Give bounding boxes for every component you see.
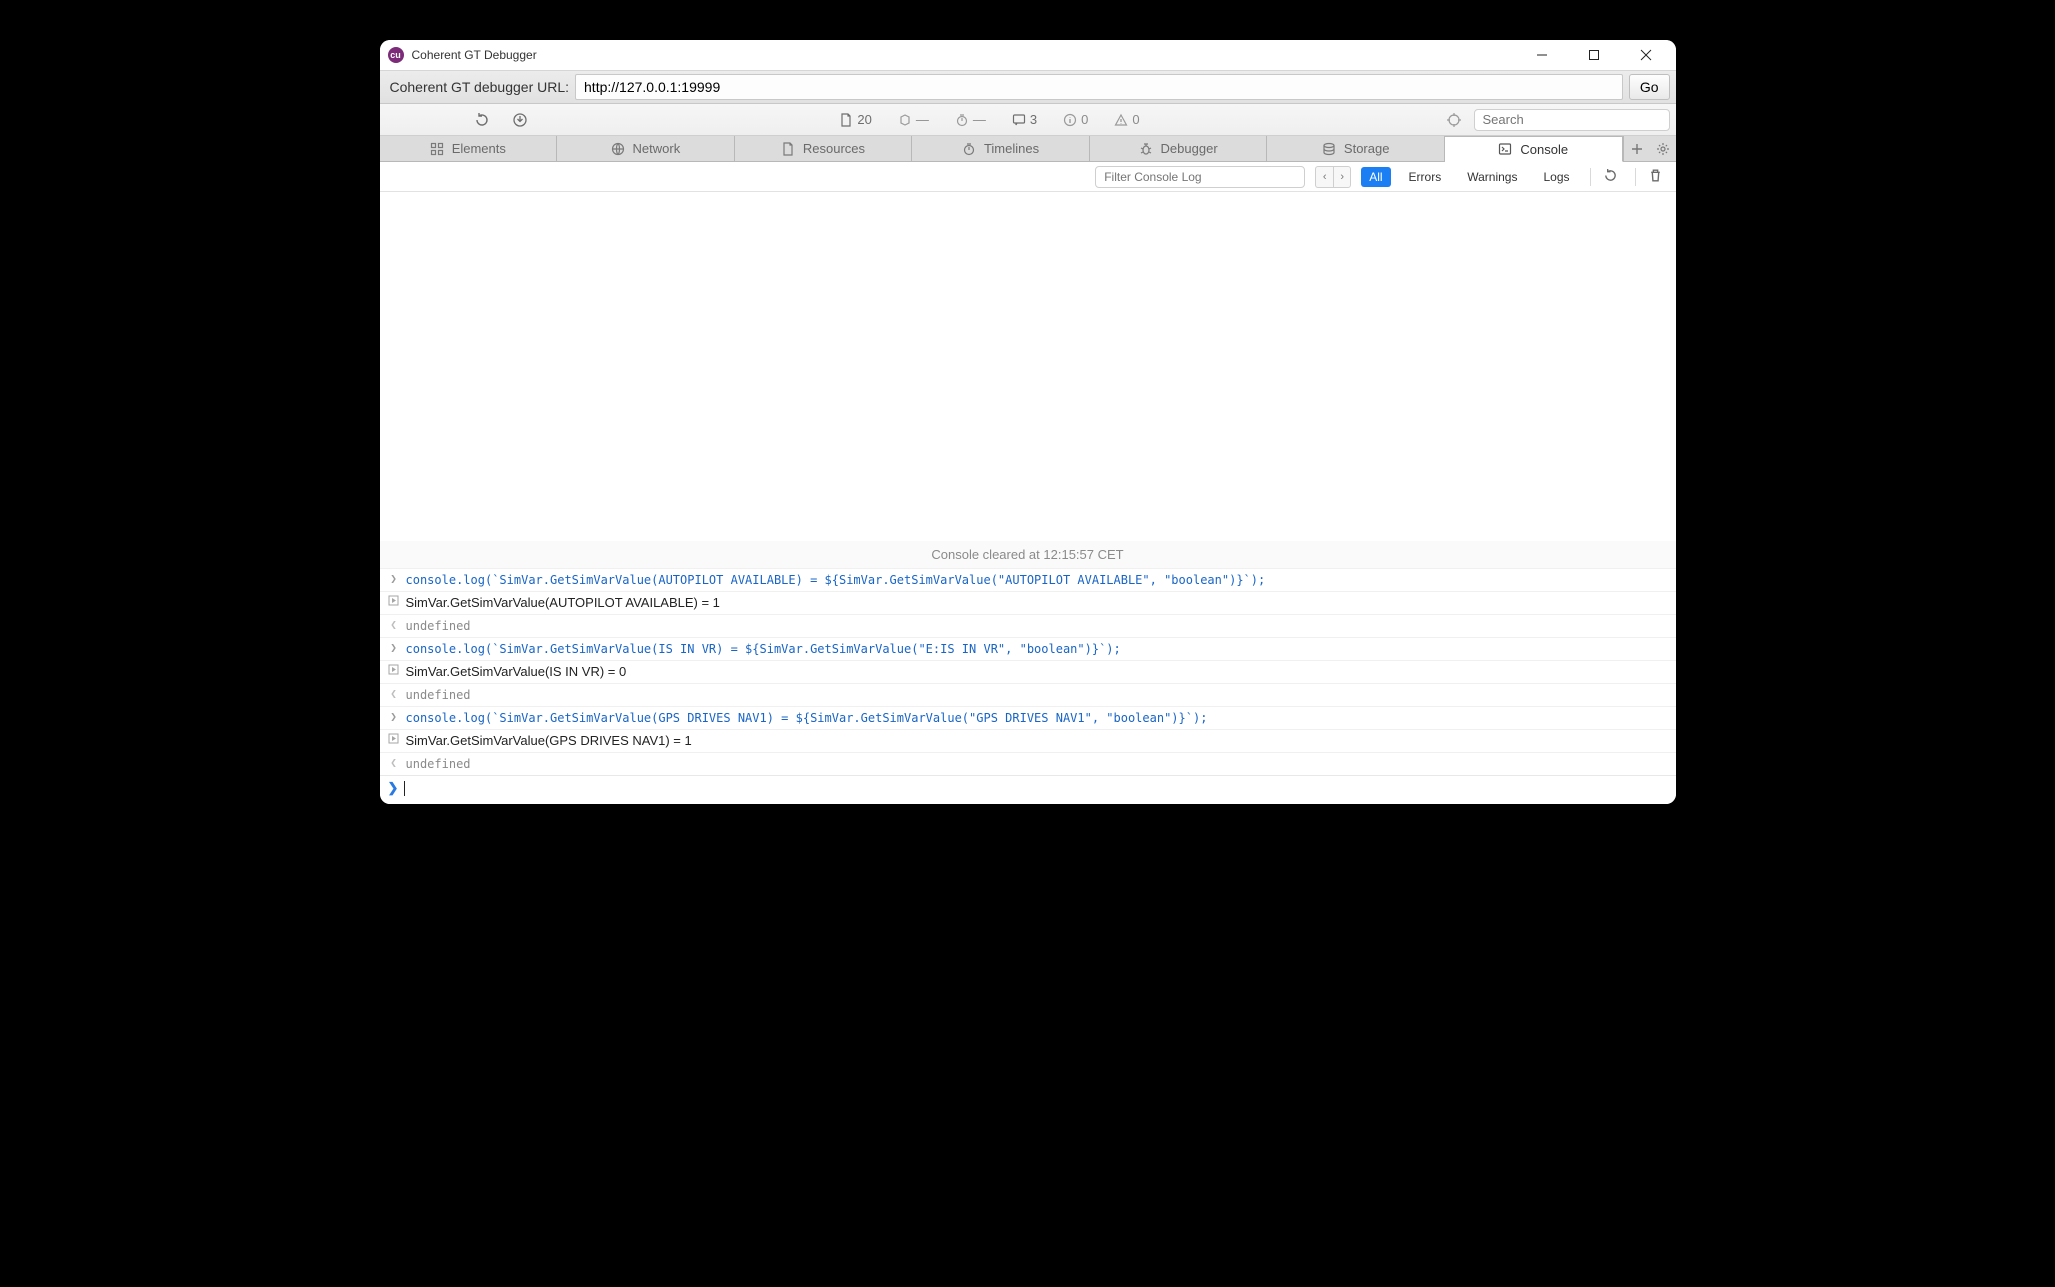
window-title: Coherent GT Debugger [412, 48, 537, 62]
comments-metric[interactable]: 3 [1012, 112, 1037, 127]
time-metric-b[interactable]: — [955, 112, 986, 127]
refresh-console-button[interactable] [1603, 168, 1623, 186]
download-button[interactable] [512, 112, 528, 128]
new-tab-button[interactable] [1624, 136, 1650, 162]
console-return-row: undefined [380, 614, 1676, 637]
tab-storage[interactable]: Storage [1267, 136, 1445, 161]
log-icon [388, 595, 400, 606]
console-filter-bar: ‹ › All Errors Warnings Logs [380, 162, 1676, 192]
time-metric-a[interactable]: — [898, 112, 929, 127]
filter-warnings[interactable]: Warnings [1459, 167, 1525, 187]
time-a-value: — [916, 112, 929, 127]
warn-count: 0 [1132, 112, 1139, 127]
tab-label: Console [1520, 142, 1568, 157]
console-log-text: SimVar.GetSimVarValue(AUTOPILOT AVAILABL… [406, 595, 1668, 611]
url-bar: Coherent GT debugger URL: Go [380, 70, 1676, 104]
tab-label: Resources [803, 141, 865, 156]
console-input-text: console.log(`SimVar.GetSimVarValue(GPS D… [406, 710, 1668, 726]
log-icon [388, 664, 400, 675]
filter-next-button[interactable]: › [1333, 166, 1351, 188]
return-caret-icon [388, 618, 400, 632]
console-log-text: SimVar.GetSimVarValue(IS IN VR) = 0 [406, 664, 1668, 680]
input-caret-icon [388, 641, 400, 655]
url-input[interactable] [575, 74, 1623, 100]
tab-timelines[interactable]: Timelines [912, 136, 1090, 161]
console-input-row: console.log(`SimVar.GetSimVarValue(AUTOP… [380, 568, 1676, 591]
app-icon: cu [388, 47, 404, 63]
log-icon [388, 733, 400, 744]
tab-debugger[interactable]: Debugger [1090, 136, 1268, 161]
console-log-text: SimVar.GetSimVarValue(GPS DRIVES NAV1) =… [406, 733, 1668, 749]
console-input-text: console.log(`SimVar.GetSimVarValue(AUTOP… [406, 572, 1668, 588]
console-log-row: SimVar.GetSimVarValue(GPS DRIVES NAV1) =… [380, 729, 1676, 752]
clear-console-button[interactable] [1648, 168, 1668, 186]
console-return-text: undefined [406, 756, 1668, 772]
tab-resources[interactable]: Resources [735, 136, 913, 161]
console-area: Console cleared at 12:15:57 CET console.… [380, 192, 1676, 804]
panel-tabs: Elements Network Resources Timelines Deb… [380, 136, 1676, 162]
info-count: 0 [1081, 112, 1088, 127]
warn-metric[interactable]: 0 [1114, 112, 1139, 127]
console-return-row: undefined [380, 683, 1676, 706]
tab-label: Timelines [984, 141, 1039, 156]
console-prompt[interactable]: ❯ [380, 775, 1676, 804]
titlebar: cu Coherent GT Debugger [380, 40, 1676, 70]
console-output[interactable]: Console cleared at 12:15:57 CET console.… [380, 192, 1676, 775]
console-log-row: SimVar.GetSimVarValue(AUTOPILOT AVAILABL… [380, 591, 1676, 614]
time-b-value: — [973, 112, 986, 127]
go-button[interactable]: Go [1629, 74, 1670, 100]
tab-console[interactable]: Console [1445, 136, 1623, 162]
filter-input[interactable] [1095, 166, 1305, 188]
console-log-row: SimVar.GetSimVarValue(IS IN VR) = 0 [380, 660, 1676, 683]
tab-network[interactable]: Network [557, 136, 735, 161]
docs-metric[interactable]: 20 [839, 112, 871, 127]
settings-button[interactable] [1650, 136, 1676, 162]
filter-logs[interactable]: Logs [1535, 167, 1577, 187]
close-button[interactable] [1624, 40, 1668, 70]
filter-prev-button[interactable]: ‹ [1315, 166, 1333, 188]
separator [1635, 168, 1636, 186]
reload-button[interactable] [474, 112, 490, 128]
app-window: cu Coherent GT Debugger Coherent GT debu… [380, 40, 1676, 804]
input-caret-icon [388, 710, 400, 724]
info-metric[interactable]: 0 [1063, 112, 1088, 127]
tab-label: Elements [452, 141, 506, 156]
prompt-caret-icon: ❯ [388, 780, 399, 796]
tab-label: Storage [1344, 141, 1390, 156]
return-caret-icon [388, 756, 400, 770]
filter-all[interactable]: All [1361, 167, 1390, 187]
metrics-toolbar: 20 — — 3 0 0 [380, 104, 1676, 136]
tab-label: Debugger [1161, 141, 1218, 156]
separator [1590, 168, 1591, 186]
tab-label: Network [633, 141, 681, 156]
docs-count: 20 [857, 112, 871, 127]
console-input-row: console.log(`SimVar.GetSimVarValue(GPS D… [380, 706, 1676, 729]
minimize-button[interactable] [1520, 40, 1564, 70]
console-return-text: undefined [406, 618, 1668, 634]
console-input-row: console.log(`SimVar.GetSimVarValue(IS IN… [380, 637, 1676, 660]
text-cursor [404, 781, 405, 796]
url-label: Coherent GT debugger URL: [386, 79, 570, 95]
console-cleared-message: Console cleared at 12:15:57 CET [380, 541, 1676, 568]
console-return-row: undefined [380, 752, 1676, 775]
return-caret-icon [388, 687, 400, 701]
tabs-trailing [1623, 136, 1676, 161]
search-input[interactable] [1474, 109, 1670, 131]
input-caret-icon [388, 572, 400, 586]
comments-count: 3 [1030, 112, 1037, 127]
console-return-text: undefined [406, 687, 1668, 703]
filter-errors[interactable]: Errors [1401, 167, 1450, 187]
inspect-button[interactable] [1446, 112, 1462, 128]
console-input-text: console.log(`SimVar.GetSimVarValue(IS IN… [406, 641, 1668, 657]
tab-elements[interactable]: Elements [380, 136, 558, 161]
maximize-button[interactable] [1572, 40, 1616, 70]
